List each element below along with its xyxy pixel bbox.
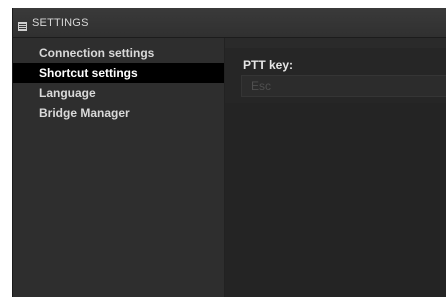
title-bar[interactable]: SETTINGS (13, 8, 446, 38)
sidebar-item-bridge-manager[interactable]: Bridge Manager (13, 103, 224, 123)
ptt-key-field[interactable]: Esc (241, 75, 446, 97)
content-header (225, 38, 446, 48)
sidebar-item-connection-settings[interactable]: Connection settings (13, 43, 224, 63)
settings-window: SETTINGS Connection settings Shortcut se… (12, 8, 446, 297)
sidebar-item-language[interactable]: Language (13, 83, 224, 103)
settings-content: PTT key: Esc (225, 38, 446, 297)
content-panel (225, 103, 446, 297)
window-title: SETTINGS (32, 16, 89, 29)
ptt-key-label: PTT key: (243, 58, 294, 72)
settings-sidebar: Connection settings Shortcut settings La… (13, 38, 225, 297)
sidebar-item-shortcut-settings[interactable]: Shortcut settings (13, 63, 224, 83)
settings-window-icon (18, 18, 27, 31)
